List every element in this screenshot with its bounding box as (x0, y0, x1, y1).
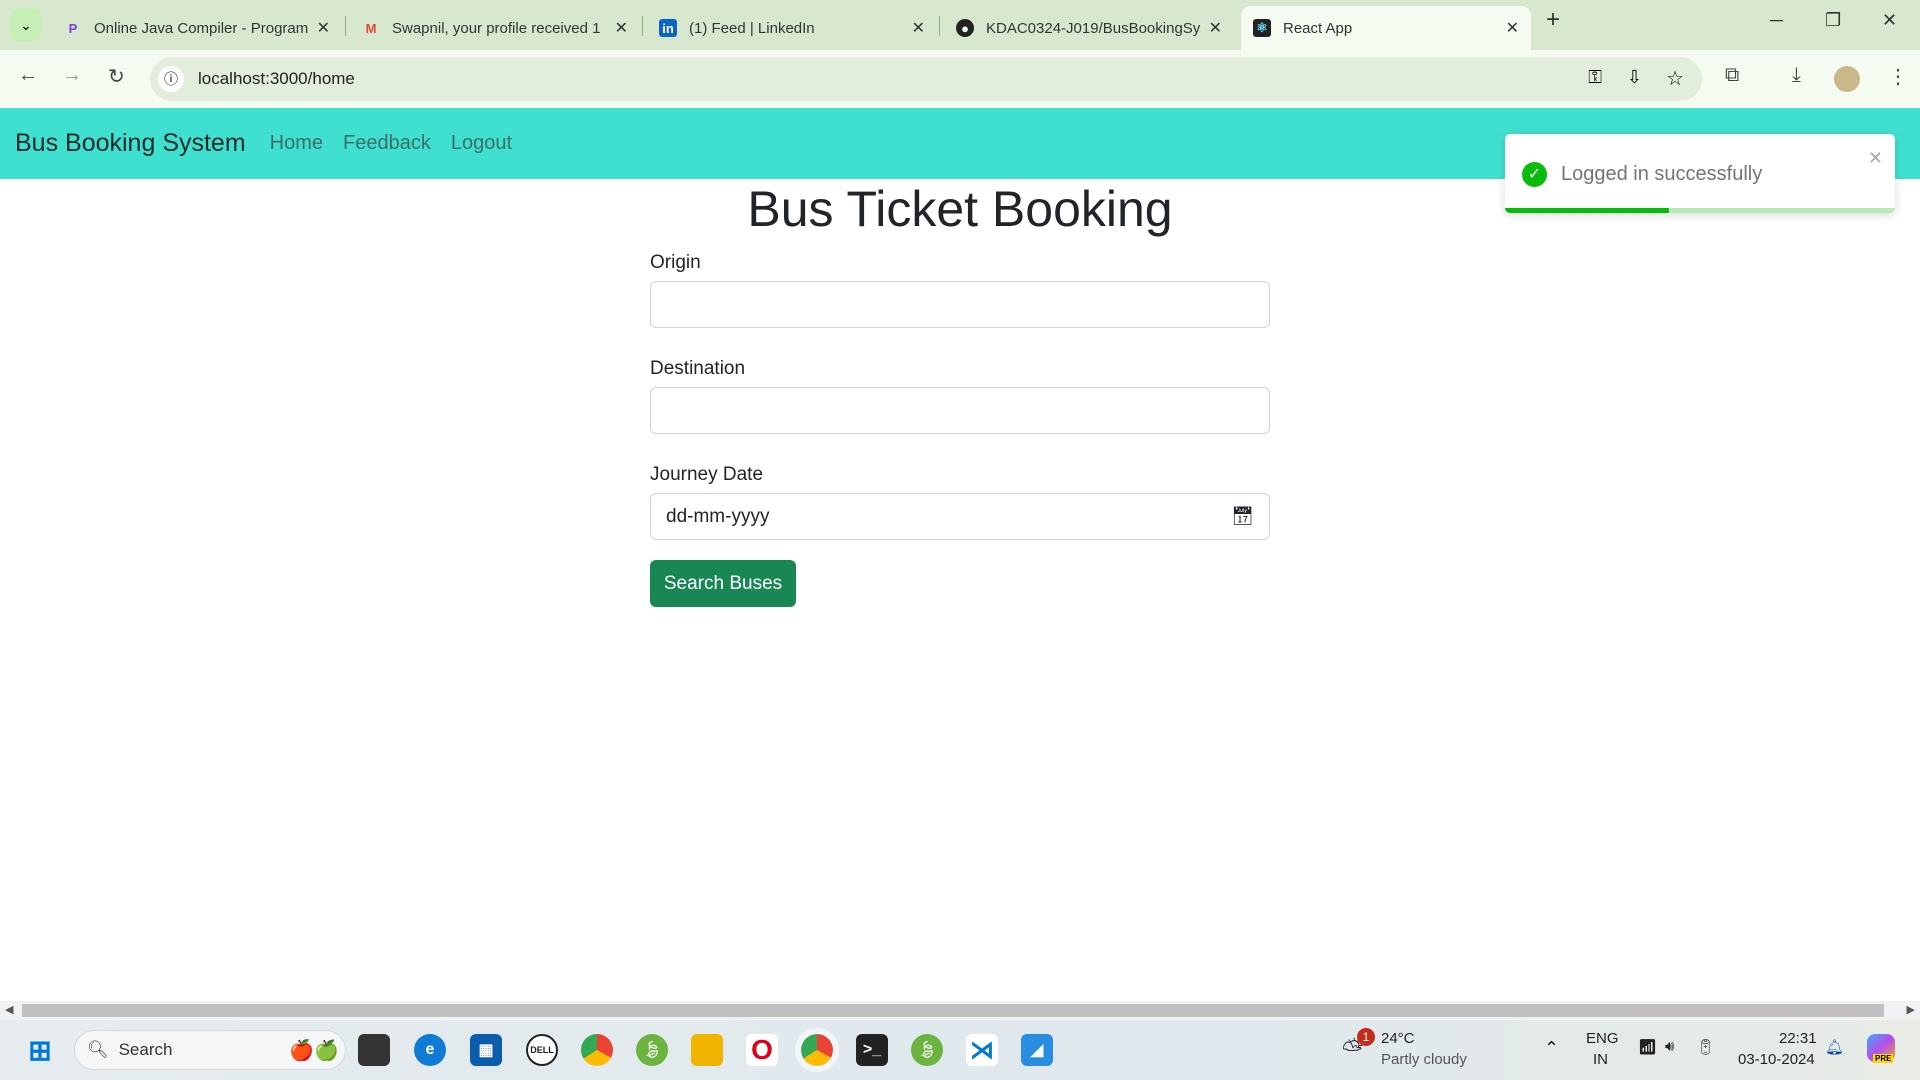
spring-tool-icon[interactable]: 🍃︎ (636, 1034, 668, 1066)
nav-link-feedback[interactable]: Feedback (343, 132, 431, 155)
weather-desc: Partly cloudy (1381, 1051, 1467, 1068)
weather-badge: 1 (1357, 1028, 1375, 1046)
navbar-brand[interactable]: Bus Booking System (15, 129, 246, 158)
toast-close-icon[interactable]: ✕ (1868, 148, 1883, 169)
spring-tool-2-icon[interactable]: 🍃︎ (911, 1034, 943, 1066)
close-tab-icon[interactable]: ✕ (615, 18, 628, 38)
browser-tab-bar: ⌄ P Online Java Compiler - Program ✕ M Swap… (0, 0, 1920, 50)
windows-taskbar: ⊞ 🔍︎ Search 🍎🍏 e ▦ DELL 🍃︎ O >_ 🍃︎ ⋊ ◢ ⛅︎ … (0, 1020, 1920, 1080)
windows-start-icon[interactable]: ⊞ (24, 1034, 56, 1066)
scroll-left-icon[interactable]: ◀ (5, 1003, 13, 1016)
tab-title: (1) Feed | LinkedIn (689, 19, 815, 37)
chrome-icon[interactable] (581, 1034, 613, 1066)
nav-link-logout[interactable]: Logout (451, 132, 512, 155)
volume-icon[interactable]: 🔊︎ (1665, 1038, 1674, 1055)
battery-icon[interactable]: 🔋︎ (1696, 1038, 1715, 1056)
menu-icon[interactable]: ⋮ (1888, 64, 1908, 89)
restore-button[interactable]: ❐ (1825, 10, 1841, 31)
lang-region[interactable]: IN (1593, 1051, 1608, 1068)
lang-code[interactable]: ENG (1586, 1030, 1619, 1047)
vscode-icon[interactable]: ⋊ (966, 1034, 998, 1066)
store-icon[interactable]: ▦ (470, 1034, 502, 1066)
task-view-icon[interactable] (358, 1034, 390, 1066)
weather-temp: 24°C (1381, 1030, 1415, 1047)
search-label: Search (118, 1040, 173, 1059)
show-hidden-icons[interactable]: ⌃ (1544, 1038, 1559, 1059)
linkedin-icon: in (659, 19, 677, 37)
file-explorer-icon[interactable] (691, 1034, 723, 1066)
date-placeholder: dd-mm-yyyy (666, 505, 770, 527)
close-tab-icon[interactable]: ✕ (1209, 18, 1222, 38)
tab-title: Swapnil, your profile received 1 (392, 19, 601, 37)
booking-form: Origin Destination Journey Date dd-mm-yy… (650, 252, 1270, 607)
tab-github[interactable]: ● KDAC0324-J019/BusBookingSys ✕ (944, 6, 1234, 50)
tab-react-app[interactable]: ⚛ React App ✕ (1241, 6, 1531, 50)
copilot-badge: PRE (1873, 1054, 1894, 1063)
react-icon: ⚛ (1253, 19, 1271, 37)
wifi-icon[interactable]: 📶︎ (1638, 1038, 1657, 1056)
clock-date[interactable]: 03-10-2024 (1738, 1051, 1815, 1068)
site-info-icon[interactable]: ⓘ (158, 66, 184, 92)
back-button[interactable]: ← (18, 64, 38, 87)
opera-icon[interactable]: O (746, 1034, 778, 1066)
calendar-icon[interactable]: 📅︎ (1231, 506, 1254, 527)
tab-programiz[interactable]: P Online Java Compiler - Program ✕ (52, 6, 342, 50)
destination-input[interactable] (650, 387, 1270, 434)
tab-linkedin[interactable]: in (1) Feed | LinkedIn ✕ (647, 6, 937, 50)
close-tab-icon[interactable]: ✕ (1506, 18, 1519, 38)
url-text[interactable]: localhost:3000/home (198, 69, 355, 89)
horizontal-scrollbar[interactable]: ◀ ▶ (0, 1001, 1920, 1020)
tab-title: React App (1283, 19, 1353, 37)
photos-icon[interactable]: ◢ (1021, 1034, 1053, 1066)
new-tab-button[interactable]: + (1546, 6, 1560, 34)
install-app-icon[interactable]: ⇩ (1627, 67, 1642, 88)
notification-bell-icon[interactable]: 🔔︎ (1825, 1038, 1844, 1056)
search-icon: 🔍︎ (87, 1040, 109, 1059)
taskbar-search[interactable]: 🔍︎ Search 🍎🍏 (74, 1030, 346, 1070)
dell-icon[interactable]: DELL (526, 1034, 558, 1066)
close-window-button[interactable]: ✕ (1882, 10, 1897, 31)
bookmark-star-icon[interactable]: ☆ (1666, 66, 1684, 91)
tab-title: KDAC0324-J019/BusBookingSys (986, 19, 1201, 37)
toast-message: Logged in successfully (1561, 163, 1763, 185)
terminal-icon[interactable]: >_ (856, 1034, 888, 1066)
success-toast: ✓ Logged in successfully ✕ (1505, 134, 1895, 213)
journey-date-input[interactable]: dd-mm-yyyy 📅︎ (650, 493, 1270, 540)
profile-avatar[interactable] (1834, 66, 1860, 92)
close-tab-icon[interactable]: ✕ (317, 18, 330, 38)
edge-icon[interactable]: e (414, 1034, 446, 1066)
github-icon: ● (956, 19, 974, 37)
nav-link-home[interactable]: Home (270, 132, 323, 155)
address-toolbar: ← → ↻ ⓘ localhost:3000/home ⚿ ⇩ ☆ ⧉ ⤓ ⋮ (0, 50, 1920, 108)
programiz-icon: P (68, 20, 78, 36)
tab-search-dropdown[interactable]: ⌄ (10, 8, 42, 42)
scrollbar-thumb[interactable] (22, 1004, 1884, 1017)
tab-title: Online Java Compiler - Program (94, 19, 309, 37)
tab-gmail[interactable]: M Swapnil, your profile received 1 ✕ (350, 6, 640, 50)
check-circle-icon: ✓ (1522, 162, 1547, 187)
origin-label: Origin (650, 252, 701, 273)
forward-button[interactable]: → (62, 64, 82, 87)
origin-input[interactable] (650, 281, 1270, 328)
password-key-icon[interactable]: ⚿ (1588, 67, 1602, 88)
destination-label: Destination (650, 358, 746, 379)
search-buses-button[interactable]: Search Buses (650, 560, 796, 607)
downloads-icon[interactable]: ⤓ (1792, 64, 1801, 87)
journey-date-label: Journey Date (650, 464, 764, 485)
close-tab-icon[interactable]: ✕ (912, 18, 925, 38)
toast-progress-fill (1505, 208, 1669, 213)
toast-progress-bar (1505, 208, 1895, 213)
clock-time[interactable]: 22:31 (1779, 1030, 1817, 1047)
reload-button[interactable]: ↻ (108, 64, 125, 89)
apples-widget-icon: 🍎🍏 (289, 1039, 339, 1062)
address-bar[interactable]: ⓘ localhost:3000/home ⚿ ⇩ ☆ (150, 57, 1702, 101)
minimize-button[interactable]: ─ (1770, 10, 1783, 31)
extensions-icon[interactable]: ⧉ (1725, 64, 1739, 87)
gmail-icon: M (365, 20, 377, 36)
scroll-right-icon[interactable]: ▶ (1907, 1003, 1915, 1016)
chrome-active-icon[interactable] (795, 1028, 839, 1072)
